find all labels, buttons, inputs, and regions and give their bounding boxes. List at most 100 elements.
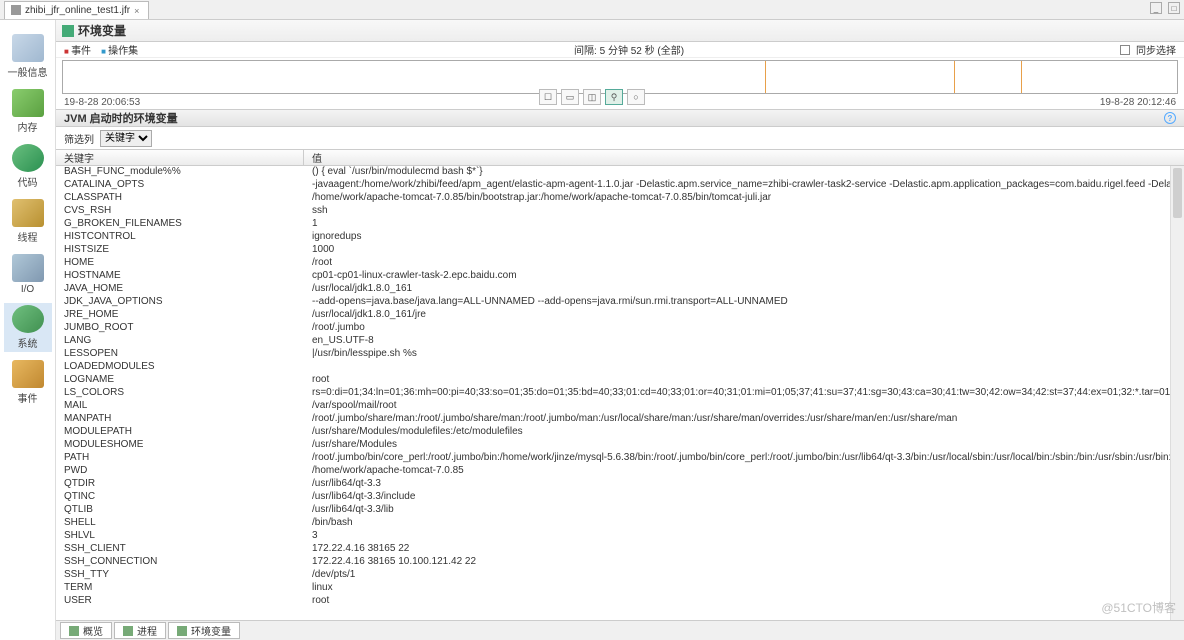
- maximize-button[interactable]: □: [1168, 2, 1180, 14]
- table-row[interactable]: JRE_HOME/usr/local/jdk1.8.0_161/jre: [56, 309, 1184, 322]
- sidebar-icon: [12, 34, 44, 62]
- sync-checkbox[interactable]: [1120, 45, 1130, 55]
- help-icon[interactable]: ?: [1164, 112, 1176, 124]
- cell-value: /bin/bash: [304, 517, 1184, 530]
- scrollbar-thumb[interactable]: [1173, 168, 1182, 218]
- table-row[interactable]: HOSTNAMEcp01-cp01-linux-crawler-task-2.e…: [56, 270, 1184, 283]
- sidebar-item-threads[interactable]: 线程: [4, 197, 52, 246]
- cell-key: MODULEPATH: [56, 426, 304, 439]
- sidebar-item-io[interactable]: I/O: [4, 252, 52, 297]
- table-row[interactable]: JUMBO_ROOT/root/.jumbo: [56, 322, 1184, 335]
- cell-key: HOME: [56, 257, 304, 270]
- btab-overview[interactable]: 概览: [60, 622, 112, 639]
- table-row[interactable]: SSH_CONNECTION172.22.4.16 38165 10.100.1…: [56, 556, 1184, 569]
- table-row[interactable]: MAIL/var/spool/mail/root: [56, 400, 1184, 413]
- sidebar-item-system[interactable]: 系统: [4, 303, 52, 352]
- cell-value: /root/.jumbo/share/man:/root/.jumbo/shar…: [304, 413, 1184, 426]
- table-row[interactable]: SHELL/bin/bash: [56, 517, 1184, 530]
- table-row[interactable]: SHLVL3: [56, 530, 1184, 543]
- table-row[interactable]: CLASSPATH/home/work/apache-tomcat-7.0.85…: [56, 192, 1184, 205]
- mode-btn[interactable]: ▭: [561, 89, 579, 105]
- table-row[interactable]: LOGNAMEroot: [56, 374, 1184, 387]
- col-key[interactable]: 关键字: [56, 150, 304, 165]
- table-row[interactable]: HISTSIZE1000: [56, 244, 1184, 257]
- cell-value: 3: [304, 530, 1184, 543]
- table-row[interactable]: HISTCONTROLignoredups: [56, 231, 1184, 244]
- cell-value: 1: [304, 218, 1184, 231]
- opset-toggle[interactable]: 操作集: [101, 42, 138, 57]
- cell-key: LOADEDMODULES: [56, 361, 304, 374]
- table-row[interactable]: MODULEPATH/usr/share/Modules/modulefiles…: [56, 426, 1184, 439]
- cell-key: SSH_CONNECTION: [56, 556, 304, 569]
- events-toggle[interactable]: 事件: [64, 42, 91, 57]
- cell-key: MODULESHOME: [56, 439, 304, 452]
- cell-key: LANG: [56, 335, 304, 348]
- mode-btn[interactable]: ◫: [583, 89, 601, 105]
- mode-btn[interactable]: ○: [627, 89, 645, 105]
- tab-icon: [177, 626, 187, 636]
- scrollbar[interactable]: [1170, 166, 1184, 620]
- panel-title: 环境变量: [56, 20, 1184, 42]
- cell-key: BASH_FUNC_module%%: [56, 166, 304, 179]
- sidebar-item-events[interactable]: 事件: [4, 358, 52, 407]
- table-row[interactable]: G_BROKEN_FILENAMES1: [56, 218, 1184, 231]
- table-row[interactable]: JDK_JAVA_OPTIONS--add-opens=java.base/ja…: [56, 296, 1184, 309]
- grid-body[interactable]: BASH_FUNC_module%%() { eval `/usr/bin/mo…: [56, 166, 1184, 620]
- sidebar-item-code[interactable]: 代码: [4, 142, 52, 191]
- table-row[interactable]: QTINC/usr/lib64/qt-3.3/include: [56, 491, 1184, 504]
- sidebar-item-general[interactable]: 一般信息: [4, 32, 52, 81]
- table-row[interactable]: LOADEDMODULES: [56, 361, 1184, 374]
- table-row[interactable]: CVS_RSHssh: [56, 205, 1184, 218]
- mode-btn[interactable]: ⚲: [605, 89, 623, 105]
- table-row[interactable]: LS_COLORSrs=0:di=01;34:ln=01;36:mh=00:pi…: [56, 387, 1184, 400]
- cell-key: HISTSIZE: [56, 244, 304, 257]
- table-row[interactable]: TERMlinux: [56, 582, 1184, 595]
- cell-key: SHELL: [56, 517, 304, 530]
- file-tab[interactable]: zhibi_jfr_online_test1.jfr ×: [4, 1, 149, 19]
- ts-end: 19-8-28 20:12:46: [1100, 97, 1176, 108]
- sidebar-item-label: 一般信息: [8, 64, 48, 79]
- table-row[interactable]: PATH/root/.jumbo/bin/core_perl:/root/.ju…: [56, 452, 1184, 465]
- table-row[interactable]: JAVA_HOME/usr/local/jdk1.8.0_161: [56, 283, 1184, 296]
- table-row[interactable]: USERroot: [56, 595, 1184, 608]
- cell-key: QTLIB: [56, 504, 304, 517]
- cell-value: () { eval `/usr/bin/modulecmd bash $*`}: [304, 166, 1184, 179]
- sidebar-item-memory[interactable]: 内存: [4, 87, 52, 136]
- col-value[interactable]: 值: [304, 150, 1184, 165]
- table-row[interactable]: SSH_CLIENT172.22.4.16 38165 22: [56, 543, 1184, 556]
- sidebar-item-label: 内存: [18, 119, 38, 134]
- cell-value: /usr/share/Modules/modulefiles:/etc/modu…: [304, 426, 1184, 439]
- btab-env[interactable]: 环境变量: [168, 622, 240, 639]
- cell-key: CATALINA_OPTS: [56, 179, 304, 192]
- timeline-modes: ☐ ▭ ◫ ⚲ ○: [539, 89, 645, 105]
- minimize-button[interactable]: _: [1150, 2, 1162, 14]
- btab-label: 进程: [137, 623, 157, 638]
- mode-btn[interactable]: ☐: [539, 89, 557, 105]
- table-row[interactable]: QTLIB/usr/lib64/qt-3.3/lib: [56, 504, 1184, 517]
- watermark: @51CTO博客: [1101, 599, 1176, 616]
- cell-value: /dev/pts/1: [304, 569, 1184, 582]
- cell-key: PATH: [56, 452, 304, 465]
- bottom-tabs: 概览 进程环境变量: [56, 620, 1184, 640]
- btab-process[interactable]: 进程: [114, 622, 166, 639]
- table-row[interactable]: BASH_FUNC_module%%() { eval `/usr/bin/mo…: [56, 166, 1184, 179]
- cell-key: HISTCONTROL: [56, 231, 304, 244]
- table-row[interactable]: HOME/root: [56, 257, 1184, 270]
- filter-column-select[interactable]: 关键字: [100, 130, 152, 147]
- cell-key: QTDIR: [56, 478, 304, 491]
- cell-key: CVS_RSH: [56, 205, 304, 218]
- table-row[interactable]: PWD/home/work/apache-tomcat-7.0.85: [56, 465, 1184, 478]
- cell-key: MAIL: [56, 400, 304, 413]
- cell-key: JRE_HOME: [56, 309, 304, 322]
- table-row[interactable]: LANGen_US.UTF-8: [56, 335, 1184, 348]
- cell-value: cp01-cp01-linux-crawler-task-2.epc.baidu…: [304, 270, 1184, 283]
- table-row[interactable]: LESSOPEN|/usr/bin/lesspipe.sh %s: [56, 348, 1184, 361]
- table-row[interactable]: SSH_TTY/dev/pts/1: [56, 569, 1184, 582]
- cell-key: USER: [56, 595, 304, 608]
- table-row[interactable]: MODULESHOME/usr/share/Modules: [56, 439, 1184, 452]
- table-row[interactable]: MANPATH/root/.jumbo/share/man:/root/.jum…: [56, 413, 1184, 426]
- filter-label: 筛选列: [64, 131, 94, 146]
- table-row[interactable]: CATALINA_OPTS-javaagent:/home/work/zhibi…: [56, 179, 1184, 192]
- close-icon[interactable]: ×: [134, 6, 142, 14]
- table-row[interactable]: QTDIR/usr/lib64/qt-3.3: [56, 478, 1184, 491]
